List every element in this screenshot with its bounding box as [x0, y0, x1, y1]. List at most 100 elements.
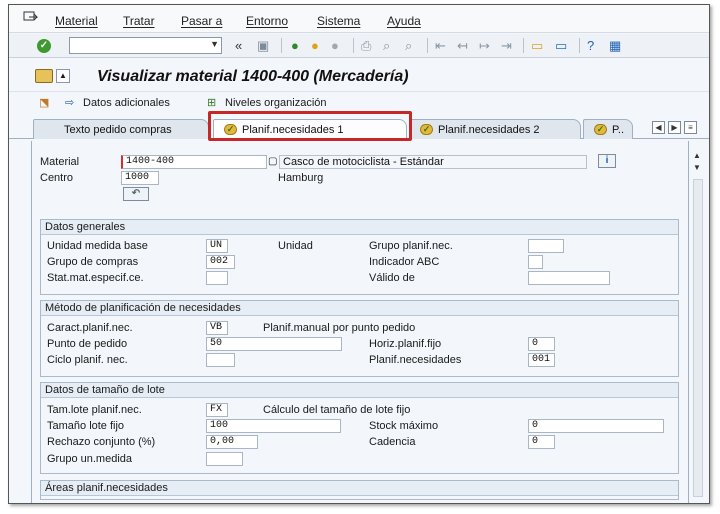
- group-title: Áreas planif.necesidades: [41, 481, 678, 496]
- indicador-abc-field[interactable]: [528, 255, 543, 269]
- enter-icon[interactable]: ✓: [37, 39, 51, 53]
- rechazo-field[interactable]: 0,00: [206, 435, 258, 449]
- group-areas-planificacion: Áreas planif.necesidades: [40, 480, 679, 500]
- find-next-icon[interactable]: ⌕: [405, 38, 412, 53]
- grupo-compras-label: Grupo de compras: [47, 256, 139, 268]
- back-icon[interactable]: ●: [291, 38, 299, 53]
- tab-label: Texto pedido compras: [64, 123, 172, 136]
- planif-necesidades-field[interactable]: 001: [528, 353, 555, 367]
- menu-entorno[interactable]: Entorno: [246, 14, 288, 28]
- title-bar: ▲ Visualizar material 1400-400 (Mercader…: [9, 62, 709, 92]
- tab-strip: Texto pedido compras ✓ Planif.necesidade…: [9, 117, 709, 139]
- cancel-icon[interactable]: ●: [331, 38, 339, 53]
- last-page-icon[interactable]: ⇥: [501, 38, 512, 53]
- additional-icon-button[interactable]: ⬔: [39, 97, 53, 109]
- niveles-organizacion-button[interactable]: ⊞ Niveles organización: [207, 97, 327, 109]
- save-icon[interactable]: ▣: [257, 38, 269, 53]
- menu-tratar[interactable]: Tratar: [123, 14, 155, 28]
- vertical-scrollbar[interactable]: ▲ ▼: [690, 151, 706, 503]
- next-page-icon[interactable]: ↦: [479, 38, 490, 53]
- tamano-fijo-label: Tamaño lote fijo: [47, 420, 125, 432]
- arrow-right-icon: ⇨: [65, 97, 75, 109]
- tab-label: Planif.necesidades 2: [438, 123, 540, 136]
- scroll-down-icon[interactable]: ▼: [693, 163, 701, 172]
- planif-necesidades-label: Planif.necesidades: [369, 354, 462, 366]
- collapse-icon[interactable]: «: [235, 38, 242, 53]
- group-metodo-planificacion: Método de planificación de necesidades C…: [40, 300, 679, 377]
- menu-pasar-a[interactable]: Pasar a: [181, 14, 222, 28]
- check-icon: ✓: [224, 124, 237, 135]
- grupo-planif-label: Grupo planif.nec.: [369, 240, 453, 252]
- customize-layout-icon[interactable]: ▦: [609, 38, 621, 53]
- punto-pedido-field[interactable]: 50: [206, 337, 342, 351]
- command-field[interactable]: ▼: [69, 37, 222, 54]
- valido-de-label: Válido de: [369, 272, 415, 284]
- material-icon: [35, 69, 53, 83]
- niveles-organizacion-label: Niveles organización: [225, 97, 327, 109]
- tab-scroll-left-icon[interactable]: ◀: [652, 121, 665, 134]
- caract-planif-field[interactable]: VB: [206, 321, 228, 335]
- toolbar-separator: [281, 38, 282, 53]
- page-title: Visualizar material 1400-400 (Mercadería…: [97, 68, 409, 85]
- stock-maximo-field[interactable]: 0: [528, 419, 664, 433]
- grupo-um-field[interactable]: [206, 452, 243, 466]
- group-title: Datos generales: [41, 220, 678, 235]
- menu-arrow-icon[interactable]: [23, 11, 39, 25]
- material-description: Casco de motociclista - Estándar: [279, 155, 587, 169]
- shortcut-icon[interactable]: ▭: [555, 38, 567, 53]
- exit-icon[interactable]: ●: [311, 38, 319, 53]
- cadencia-field[interactable]: 0: [528, 435, 555, 449]
- first-page-icon[interactable]: ⇤: [435, 38, 446, 53]
- scroll-up-icon[interactable]: ▲: [693, 151, 701, 160]
- find-icon[interactable]: ⌕: [383, 38, 390, 53]
- tab-planif-necesidades-2[interactable]: ✓ Planif.necesidades 2: [409, 119, 581, 139]
- tab-more[interactable]: ✓ P..: [583, 119, 633, 139]
- hierarchy-icon[interactable]: ▲: [56, 69, 70, 83]
- stock-maximo-label: Stock máximo: [369, 420, 439, 432]
- tab-list-icon[interactable]: ≡: [684, 121, 697, 134]
- new-session-icon[interactable]: ▭: [531, 38, 543, 53]
- tam-lote-field[interactable]: FX: [206, 403, 228, 417]
- punto-pedido-label: Punto de pedido: [47, 338, 128, 350]
- tab-texto-pedido-compras[interactable]: Texto pedido compras: [33, 119, 209, 139]
- toolbar-separator: [353, 38, 354, 53]
- material-field[interactable]: 1400-400: [121, 155, 267, 169]
- datos-adicionales-button[interactable]: ⇨ Datos adicionales: [65, 97, 170, 109]
- menu-ayuda[interactable]: Ayuda: [387, 14, 421, 28]
- centro-label: Centro: [40, 172, 74, 184]
- tab-planif-necesidades-1[interactable]: ✓ Planif.necesidades 1: [213, 119, 407, 139]
- menu-material[interactable]: Material: [55, 14, 98, 28]
- stat-mat-label: Stat.mat.especif.ce.: [47, 272, 144, 284]
- grupo-compras-field[interactable]: 002: [206, 255, 235, 269]
- unidad-medida-field[interactable]: UN: [206, 239, 228, 253]
- previous-page-icon[interactable]: ↤: [457, 38, 468, 53]
- info-icon[interactable]: i: [598, 154, 616, 168]
- valido-de-field[interactable]: [528, 271, 610, 285]
- expand-icon: ⬔: [39, 97, 50, 109]
- dropdown-arrow-icon[interactable]: ▼: [210, 39, 219, 49]
- stat-mat-field[interactable]: [206, 271, 228, 285]
- centro-field[interactable]: 1000: [121, 171, 159, 185]
- grupo-planif-field[interactable]: [528, 239, 564, 253]
- tam-lote-label: Tam.lote planif.nec.: [47, 404, 142, 416]
- help-icon[interactable]: ?: [587, 38, 594, 53]
- check-icon: ✓: [594, 124, 607, 135]
- group-datos-tamano-lote: Datos de tamaño de lote Tam.lote planif.…: [40, 382, 679, 474]
- ciclo-planif-label: Ciclo planif. nec.: [47, 354, 128, 366]
- scrollbar-thumb[interactable]: [693, 179, 703, 497]
- datos-adicionales-label: Datos adicionales: [83, 97, 170, 109]
- system-toolbar: ✓ ▼ « ▣ ● ● ● ⎙ ⌕ ⌕ ⇤ ↤ ↦ ⇥ ▭ ▭ ? ▦: [9, 34, 709, 58]
- toolbar-separator: [523, 38, 524, 53]
- tamano-fijo-field[interactable]: 100: [206, 419, 341, 433]
- pushbutton-icon[interactable]: ↶: [123, 187, 149, 201]
- caract-planif-description: Planif.manual por punto pedido: [263, 322, 416, 334]
- rechazo-label: Rechazo conjunto (%): [47, 436, 156, 448]
- menu-sistema[interactable]: Sistema: [317, 14, 360, 28]
- print-icon[interactable]: ⎙: [361, 38, 371, 53]
- tab-scroll-right-icon[interactable]: ▶: [668, 121, 681, 134]
- ciclo-planif-field[interactable]: [206, 353, 235, 367]
- unidad-medida-label: Unidad medida base: [47, 240, 148, 252]
- toolbar-separator: [427, 38, 428, 53]
- horiz-planif-field[interactable]: 0: [528, 337, 555, 351]
- caract-planif-label: Caract.planif.nec.: [47, 322, 133, 334]
